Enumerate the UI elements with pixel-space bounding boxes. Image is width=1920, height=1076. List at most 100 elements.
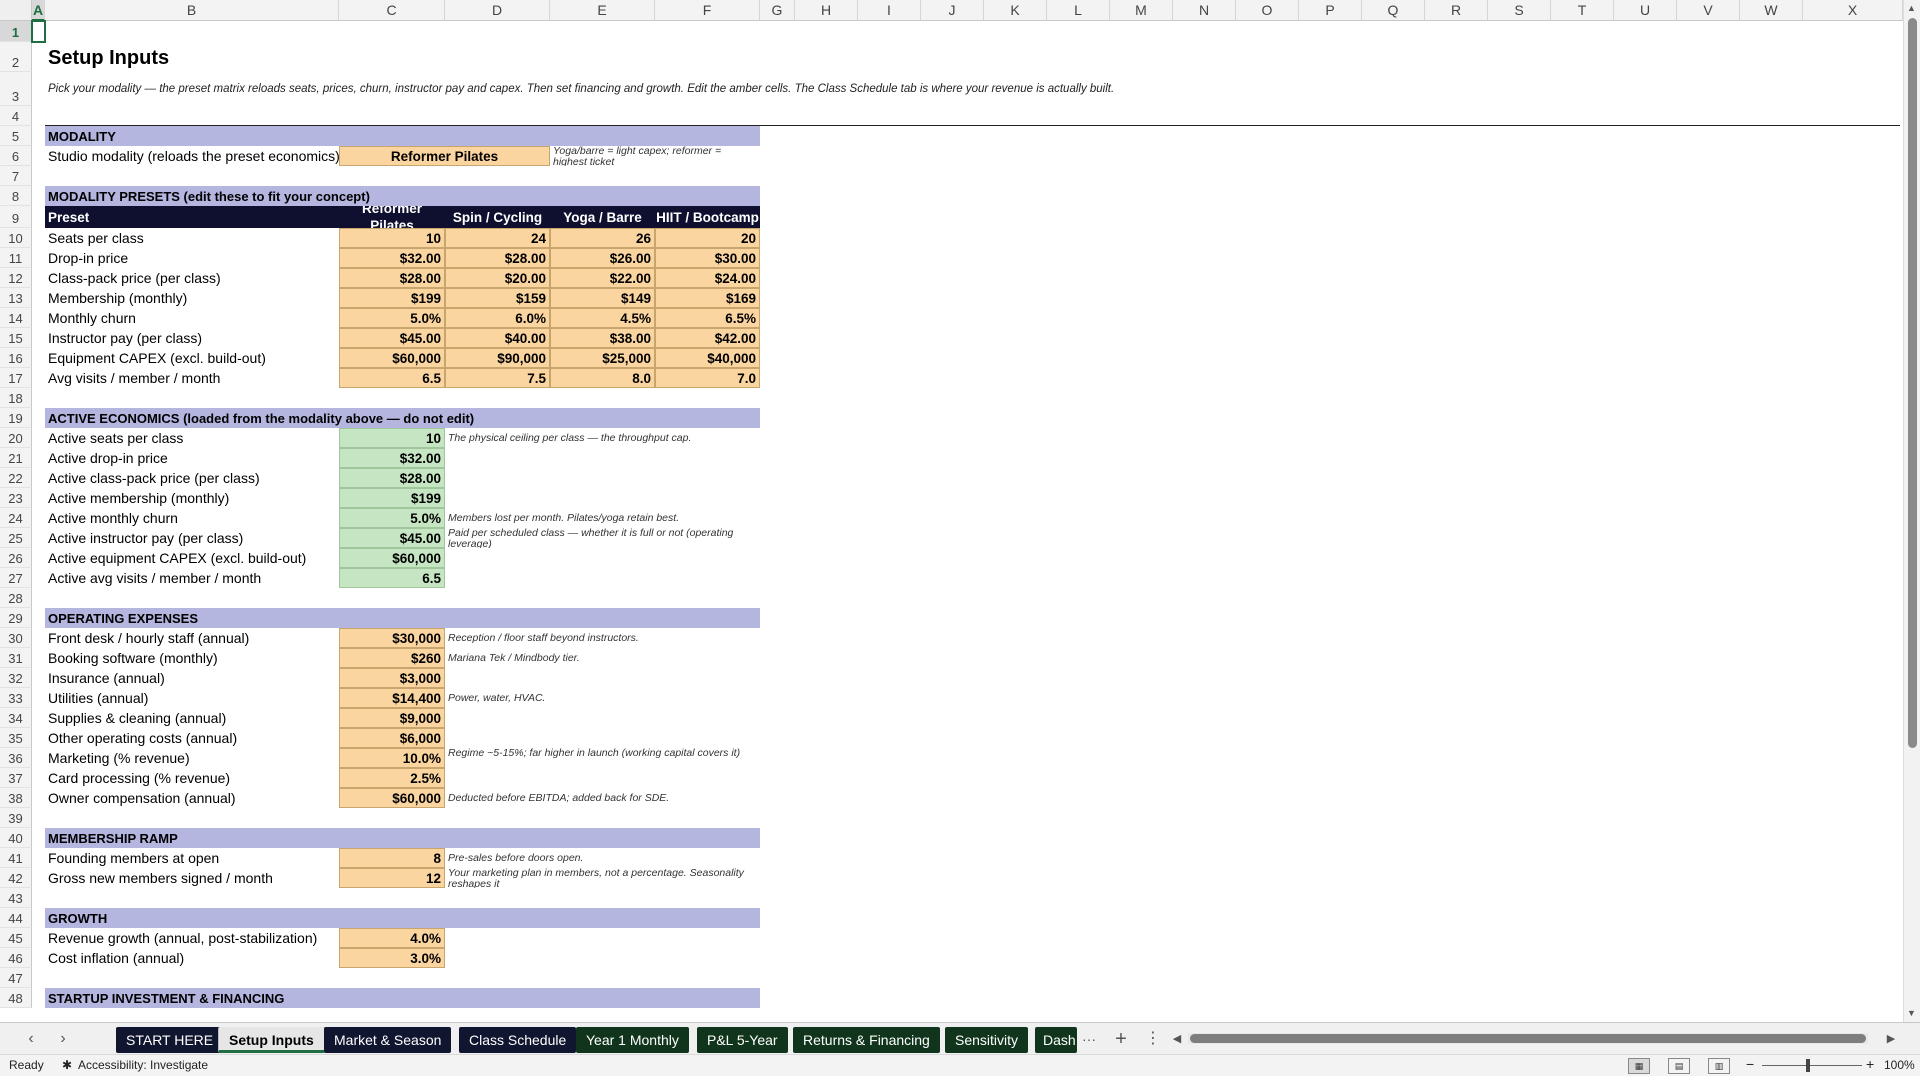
preset-value-cell[interactable]: 6.0% bbox=[445, 308, 550, 328]
row-header-41[interactable]: 41 bbox=[0, 848, 32, 868]
column-header-e[interactable]: E bbox=[550, 0, 655, 21]
preset-value-cell[interactable]: $42.00 bbox=[655, 328, 760, 348]
row-header-31[interactable]: 31 bbox=[0, 648, 32, 668]
ramp-value-cell[interactable]: 12 bbox=[339, 868, 445, 888]
row-header-33[interactable]: 33 bbox=[0, 688, 32, 708]
preset-value-cell[interactable]: $169 bbox=[655, 288, 760, 308]
preset-value-cell[interactable]: $40.00 bbox=[445, 328, 550, 348]
opex-value-cell[interactable]: $260 bbox=[339, 648, 445, 668]
horizontal-scrollbar[interactable] bbox=[1188, 1033, 1868, 1044]
preset-value-cell[interactable]: $40,000 bbox=[655, 348, 760, 368]
row-header-35[interactable]: 35 bbox=[0, 728, 32, 748]
row-header-14[interactable]: 14 bbox=[0, 308, 32, 328]
zoom-in-icon[interactable]: + bbox=[1866, 1056, 1874, 1072]
vertical-scrollbar[interactable]: ▲ ▼ bbox=[1903, 0, 1920, 1022]
opex-value-cell[interactable]: $3,000 bbox=[339, 668, 445, 688]
growth-value-cell[interactable]: 4.0% bbox=[339, 928, 445, 948]
row-header-28[interactable]: 28 bbox=[0, 588, 32, 608]
preset-value-cell[interactable]: $45.00 bbox=[339, 328, 445, 348]
preset-value-cell[interactable]: 8.0 bbox=[550, 368, 655, 388]
preset-value-cell[interactable]: $149 bbox=[550, 288, 655, 308]
row-header-23[interactable]: 23 bbox=[0, 488, 32, 508]
preset-value-cell[interactable]: $30.00 bbox=[655, 248, 760, 268]
column-header-n[interactable]: N bbox=[1173, 0, 1236, 21]
add-sheet-button[interactable]: + bbox=[1110, 1028, 1132, 1050]
hscroll-left-icon[interactable]: ◀ bbox=[1166, 1028, 1188, 1050]
row-header-18[interactable]: 18 bbox=[0, 388, 32, 408]
more-sheets-button[interactable]: ··· bbox=[1078, 1028, 1100, 1050]
opex-value-cell[interactable]: 10.0% bbox=[339, 748, 445, 768]
row-header-43[interactable]: 43 bbox=[0, 888, 32, 908]
zoom-slider[interactable] bbox=[1762, 1065, 1862, 1066]
preset-value-cell[interactable]: $26.00 bbox=[550, 248, 655, 268]
preset-value-cell[interactable]: $90,000 bbox=[445, 348, 550, 368]
row-header-12[interactable]: 12 bbox=[0, 268, 32, 288]
zoom-level[interactable]: 100% bbox=[1884, 1058, 1915, 1072]
row-header-2[interactable]: 2 bbox=[0, 42, 32, 72]
opex-value-cell[interactable]: 2.5% bbox=[339, 768, 445, 788]
opex-value-cell[interactable]: $14,400 bbox=[339, 688, 445, 708]
row-header-47[interactable]: 47 bbox=[0, 968, 32, 988]
row-header-45[interactable]: 45 bbox=[0, 928, 32, 948]
row-header-38[interactable]: 38 bbox=[0, 788, 32, 808]
sheet-tab[interactable]: Market & Season bbox=[324, 1027, 452, 1053]
row-header-16[interactable]: 16 bbox=[0, 348, 32, 368]
row-header-48[interactable]: 48 bbox=[0, 988, 32, 1008]
sheet-tab[interactable]: START HERE bbox=[116, 1027, 224, 1053]
row-header-25[interactable]: 25 bbox=[0, 528, 32, 548]
normal-view-icon[interactable]: ▦ bbox=[1628, 1058, 1650, 1074]
hscroll-right-icon[interactable]: ▶ bbox=[1880, 1028, 1902, 1050]
column-header-s[interactable]: S bbox=[1488, 0, 1551, 21]
modality-select[interactable]: Reformer Pilates bbox=[339, 146, 550, 166]
row-header-15[interactable]: 15 bbox=[0, 328, 32, 348]
spreadsheet-grid[interactable]: A B C D E F G H I J K L M N O P Q R S T U V W X 1 2 3 4 5 6 7 8 9 10 11 12 1… bbox=[0, 0, 1920, 1022]
column-header-a[interactable]: A bbox=[32, 0, 45, 21]
preset-value-cell[interactable]: 26 bbox=[550, 228, 655, 248]
column-header-m[interactable]: M bbox=[1110, 0, 1173, 21]
column-header-v[interactable]: V bbox=[1677, 0, 1740, 21]
column-header-l[interactable]: L bbox=[1047, 0, 1110, 21]
selected-cell-a1[interactable] bbox=[31, 20, 46, 43]
accessibility-status[interactable]: Accessibility: Investigate bbox=[78, 1058, 208, 1072]
row-header-19[interactable]: 19 bbox=[0, 408, 32, 428]
preset-value-cell[interactable]: $20.00 bbox=[445, 268, 550, 288]
row-header-7[interactable]: 7 bbox=[0, 166, 32, 186]
column-header-t[interactable]: T bbox=[1551, 0, 1614, 21]
column-header-r[interactable]: R bbox=[1425, 0, 1488, 21]
preset-value-cell[interactable]: $22.00 bbox=[550, 268, 655, 288]
zoom-slider-handle[interactable] bbox=[1806, 1059, 1810, 1072]
row-header-40[interactable]: 40 bbox=[0, 828, 32, 848]
preset-value-cell[interactable]: 6.5% bbox=[655, 308, 760, 328]
column-header-x[interactable]: X bbox=[1803, 0, 1903, 21]
row-header-17[interactable]: 17 bbox=[0, 368, 32, 388]
row-header-27[interactable]: 27 bbox=[0, 568, 32, 588]
row-header-32[interactable]: 32 bbox=[0, 668, 32, 688]
preset-value-cell[interactable]: $199 bbox=[339, 288, 445, 308]
row-header-46[interactable]: 46 bbox=[0, 948, 32, 968]
page-break-view-icon[interactable]: ▥ bbox=[1708, 1058, 1730, 1074]
opex-value-cell[interactable]: $30,000 bbox=[339, 628, 445, 648]
scroll-up-icon[interactable]: ▲ bbox=[1907, 3, 1916, 13]
column-header-o[interactable]: O bbox=[1236, 0, 1299, 21]
row-header-5[interactable]: 5 bbox=[0, 126, 32, 146]
row-header-6[interactable]: 6 bbox=[0, 146, 32, 166]
zoom-out-icon[interactable]: − bbox=[1746, 1056, 1754, 1072]
sheet-tab[interactable]: Dash bbox=[1035, 1027, 1077, 1053]
row-header-36[interactable]: 36 bbox=[0, 748, 32, 768]
vertical-scroll-thumb[interactable] bbox=[1908, 18, 1917, 748]
sheet-tab[interactable]: Class Schedule bbox=[459, 1027, 577, 1053]
preset-value-cell[interactable]: 6.5 bbox=[339, 368, 445, 388]
column-header-i[interactable]: I bbox=[858, 0, 921, 21]
preset-value-cell[interactable]: $159 bbox=[445, 288, 550, 308]
column-header-q[interactable]: Q bbox=[1362, 0, 1425, 21]
sheet-options-button[interactable]: ⋮ bbox=[1142, 1028, 1164, 1050]
preset-value-cell[interactable]: 7.5 bbox=[445, 368, 550, 388]
row-header-3[interactable]: 3 bbox=[0, 72, 32, 106]
column-header-u[interactable]: U bbox=[1614, 0, 1677, 21]
row-header-22[interactable]: 22 bbox=[0, 468, 32, 488]
preset-value-cell[interactable]: 24 bbox=[445, 228, 550, 248]
preset-value-cell[interactable]: 20 bbox=[655, 228, 760, 248]
column-header-w[interactable]: W bbox=[1740, 0, 1803, 21]
preset-value-cell[interactable]: $38.00 bbox=[550, 328, 655, 348]
column-header-c[interactable]: C bbox=[339, 0, 445, 21]
